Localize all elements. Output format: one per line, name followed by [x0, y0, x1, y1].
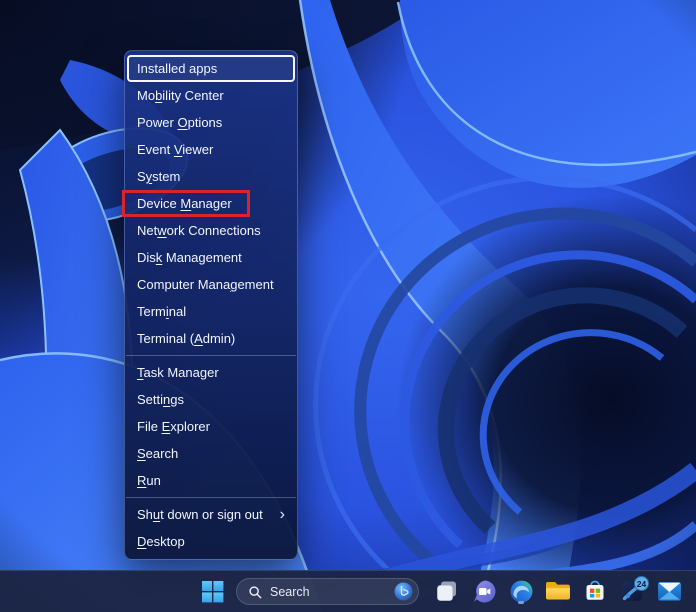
mail-button[interactable]	[655, 577, 683, 605]
menu-item-shut-down-or-sign-out[interactable]: Shut down or sign out ›	[125, 501, 297, 528]
menu-item-device-manager[interactable]: Device Manager	[122, 190, 297, 217]
menu-item-search[interactable]: Search	[125, 440, 297, 467]
search-icon	[249, 585, 262, 598]
menu-item-label: Computer Management	[137, 277, 274, 292]
menu-separator	[126, 497, 296, 498]
task-view-icon	[437, 581, 456, 601]
menu-item-label: Search	[137, 446, 179, 461]
chat-button[interactable]	[470, 577, 498, 605]
menu-item-label: Shut down or sign out	[137, 507, 263, 522]
menu-item-label: Run	[137, 473, 161, 488]
menu-item-mobility-center[interactable]: Mobility Center	[125, 82, 297, 109]
menu-item-label: Installed apps	[137, 61, 218, 76]
menu-item-computer-management[interactable]: Computer Management	[125, 271, 297, 298]
menu-separator	[126, 355, 296, 356]
menu-item-label: Event Viewer	[137, 142, 214, 157]
task-view-button[interactable]	[433, 577, 461, 605]
microsoft-store-icon	[586, 580, 604, 600]
file-explorer-button[interactable]	[544, 577, 572, 605]
menu-item-settings[interactable]: Settings	[125, 386, 297, 413]
microsoft-store-button[interactable]	[581, 577, 609, 605]
bing-search-icon[interactable]	[394, 582, 413, 601]
edge-button[interactable]	[507, 577, 535, 605]
menu-item-label: Terminal (Admin)	[137, 331, 236, 346]
menu-item-label: Mobility Center	[137, 88, 224, 103]
menu-item-task-manager[interactable]: Task Manager	[125, 359, 297, 386]
desktop-screen: Installed apps Mobility Center Power Optio…	[0, 0, 696, 612]
edge-icon	[510, 580, 532, 602]
menu-item-file-explorer[interactable]: File Explorer	[125, 413, 297, 440]
menu-item-system[interactable]: System	[125, 163, 297, 190]
menu-item-label: System	[137, 169, 181, 184]
desktop-wallpaper	[0, 0, 696, 612]
windows-logo-icon	[201, 580, 223, 602]
menu-item-label: Desktop	[137, 534, 185, 549]
menu-item-terminal-admin[interactable]: Terminal (Admin)	[125, 325, 297, 352]
taskbar: Search 24	[0, 570, 696, 612]
menu-item-run[interactable]: Run	[125, 467, 297, 494]
notification-badge: 24	[634, 576, 649, 591]
mail-icon	[657, 581, 681, 601]
menu-item-label: Power Options	[137, 115, 223, 130]
menu-item-label: Terminal	[137, 304, 187, 319]
menu-item-installed-apps[interactable]: Installed apps	[127, 55, 295, 82]
file-explorer-icon	[546, 582, 570, 600]
taskbar-search-box[interactable]: Search	[236, 578, 419, 605]
menu-item-desktop[interactable]: Desktop	[125, 528, 297, 555]
menu-item-network-connections[interactable]: Network Connections	[125, 217, 297, 244]
menu-item-label: File Explorer	[137, 419, 210, 434]
start-button[interactable]	[198, 577, 226, 605]
menu-item-label: Task Manager	[137, 365, 219, 380]
submenu-chevron-icon: ›	[279, 506, 285, 523]
edge-running-indicator	[518, 601, 524, 604]
winx-menu: Installed apps Mobility Center Power Optio…	[122, 50, 298, 560]
menu-item-label: Device Manager	[137, 196, 232, 211]
menu-item-label: Disk Management	[137, 250, 242, 265]
app-with-badge-button[interactable]: 24	[618, 576, 649, 605]
menu-item-disk-management[interactable]: Disk Management	[125, 244, 297, 271]
menu-item-power-options[interactable]: Power Options	[125, 109, 297, 136]
menu-item-label: Settings	[137, 392, 184, 407]
chat-icon	[473, 580, 495, 602]
search-placeholder: Search	[270, 584, 310, 599]
menu-item-event-viewer[interactable]: Event Viewer	[125, 136, 297, 163]
menu-item-terminal[interactable]: Terminal	[125, 298, 297, 325]
menu-item-label: Network Connections	[137, 223, 261, 238]
